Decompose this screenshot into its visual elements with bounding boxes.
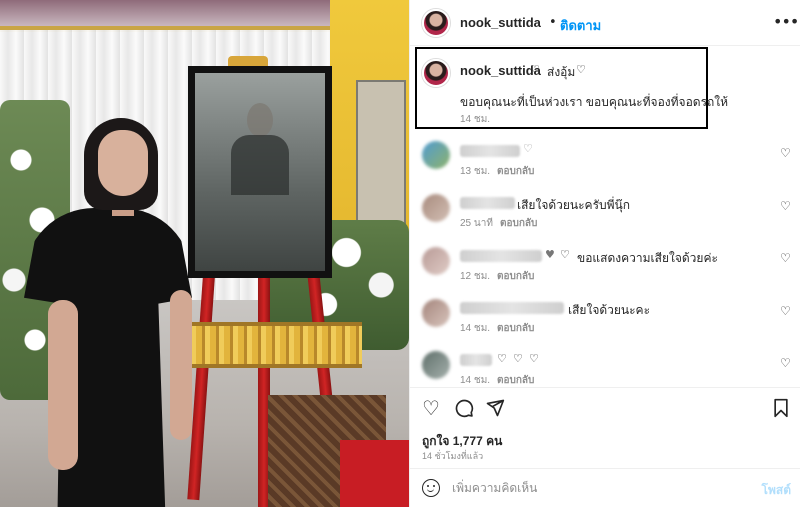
comment-username[interactable] [460,250,542,262]
reply-button[interactable]: ตอบกลับ [497,373,534,388]
caption-text: ขอบคุณนะที่เป็นห่วงเรา ขอบคุณนะที่จองที่… [460,95,729,109]
heart-icon[interactable]: ♡ [422,398,440,418]
photo-red-cloth [340,440,409,507]
heart-icon: ♥ [545,248,555,261]
comment-time: 14 ชม. [460,323,491,334]
reply-button[interactable]: ตอบกลับ [497,321,534,336]
post-comment-button[interactable]: โพสต์ [762,481,791,500]
reply-button[interactable]: ตอบกลับ [497,164,534,179]
share-icon[interactable] [485,398,505,421]
comment-username[interactable] [460,302,564,314]
caption-tag: ส่งอุ้ม [547,65,576,79]
woman-face [98,130,148,196]
portrait-body [231,135,289,195]
follow-button[interactable]: ติดตาม [560,15,601,36]
caption-username[interactable]: nook_suttida [460,63,541,78]
emoji-mouth [427,488,434,492]
comment-text: ขอแสดงความเสียใจด้วยค่ะ [577,251,718,265]
heart-outline-icon: ♡ [529,352,539,365]
comment-username[interactable] [460,197,515,209]
comment-username[interactable] [460,145,520,157]
heart-outline-icon[interactable]: ♡ [780,356,791,370]
comment-text: เสียใจด้วยนะครับพี่นุ๊ก [517,198,631,212]
avatar[interactable] [422,247,450,275]
portrait-head [247,103,273,137]
heart-outline-icon[interactable]: ♡ [780,304,791,318]
caption-highlight-box [415,47,708,129]
post-header: nook_suttida • ติดตาม ••• [410,0,800,46]
comment-input[interactable] [452,479,742,497]
heart-outline-icon: ♡ [513,352,523,365]
avatar[interactable] [422,299,450,327]
comment-bar: โพสต์ [410,468,800,507]
heart-outline-icon: ♡ [560,248,570,261]
heart-outline-icon[interactable]: ♡ [576,63,586,76]
bookmark-icon[interactable] [772,398,790,421]
portrait-image [195,73,325,271]
post-username[interactable]: nook_suttida [460,15,541,30]
emoji-icon[interactable] [422,479,440,497]
comment-username[interactable] [460,354,492,366]
avatar[interactable] [422,9,450,37]
woman-arm [48,300,78,470]
avatar[interactable] [422,59,450,87]
heart-outline-icon: ♡ [523,142,533,155]
photo-door [356,80,406,240]
post-side-panel: nook_suttida • ติดตาม ••• nook_suttida ♡… [409,0,800,507]
heart-outline-icon: ♡ [497,352,507,365]
comment-time: 25 นาที [460,218,493,229]
reply-button[interactable]: ตอบกลับ [497,269,534,284]
woman-arm [170,290,192,440]
heart-outline-icon[interactable]: ♡ [530,63,540,76]
post-time: 14 ชั่วโมงที่แล้ว [422,451,484,461]
avatar[interactable] [422,141,450,169]
reply-button[interactable]: ตอบกลับ [500,216,537,231]
more-horizontal-icon[interactable]: ••• [773,12,799,31]
avatar[interactable] [422,194,450,222]
comment-text: เสียใจด้วยนะคะ [568,303,651,317]
comment-time: 13 ชม. [460,166,491,177]
caption-time: 14 ชม. [460,114,491,125]
comment-time: 12 ชม. [460,271,491,282]
post-photo[interactable] [0,0,409,507]
separator-dot: • [549,15,557,30]
easel-panel [182,322,362,368]
heart-outline-icon[interactable]: ♡ [780,251,791,265]
heart-outline-icon[interactable]: ♡ [780,146,791,160]
comment-time: 14 ชม. [460,375,491,386]
heart-outline-icon[interactable]: ♡ [780,199,791,213]
avatar[interactable] [422,351,450,379]
post-actions: ♡ ถูกใจ 1,777 คน 14 ชั่วโมงที่แล้ว [410,387,800,467]
comment-icon[interactable] [454,398,474,421]
portrait-frame [188,66,332,278]
